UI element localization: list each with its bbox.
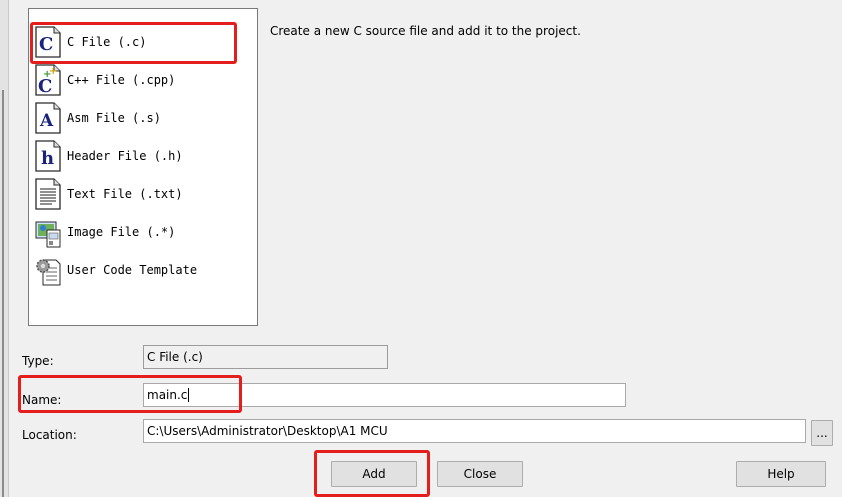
browse-button[interactable]: ... [811,420,833,446]
svg-text:h: h [41,148,54,169]
location-input[interactable]: C:\Users\Administrator\Desktop\A1 MCU [143,419,806,443]
file-type-item-header[interactable]: h Header File (.h) [35,137,253,175]
type-label: Type: [22,354,54,368]
file-type-label: C File (.c) [67,35,147,49]
name-label: Name: [22,393,62,407]
file-type-item-asm[interactable]: A Asm File (.s) [35,99,253,137]
svg-text:+: + [49,66,57,77]
cpp-file-icon: C + + [35,64,61,96]
file-type-list[interactable]: C C File (.c) C + + C++ File (.cpp) A As… [28,8,258,326]
c-file-icon: C [35,26,61,58]
file-type-label: Header File (.h) [67,149,183,163]
asm-file-icon: A [35,102,61,134]
file-type-label: User Code Template [67,263,198,277]
text-file-icon [35,178,61,210]
name-input-value: main.c [147,388,188,402]
file-type-item-image[interactable]: Image File (.*) [35,213,253,251]
help-button[interactable]: Help [736,461,826,487]
type-field: C File (.c) [143,345,388,369]
left-panel-edge [0,0,9,497]
file-type-label: C++ File (.cpp) [67,73,176,87]
file-type-label: Text File (.txt) [67,187,183,201]
file-type-item-cpp[interactable]: C + + C++ File (.cpp) [35,61,253,99]
file-type-description: Create a new C source file and add it to… [270,24,581,38]
file-type-item-c[interactable]: C C File (.c) [35,23,253,61]
file-type-item-template[interactable]: User Code Template [35,251,253,289]
file-type-label: Image File (.*) [67,225,176,239]
close-button[interactable]: Close [437,461,523,487]
svg-text:A: A [39,111,54,131]
file-type-item-text[interactable]: Text File (.txt) [35,175,253,213]
file-type-label: Asm File (.s) [67,111,161,125]
template-gear-icon [36,259,61,286]
image-file-icon [35,221,61,248]
location-label: Location: [22,428,77,442]
name-input[interactable]: main.c [143,383,626,407]
svg-text:C: C [39,34,53,55]
header-file-icon: h [35,140,61,172]
add-button[interactable]: Add [331,461,417,487]
